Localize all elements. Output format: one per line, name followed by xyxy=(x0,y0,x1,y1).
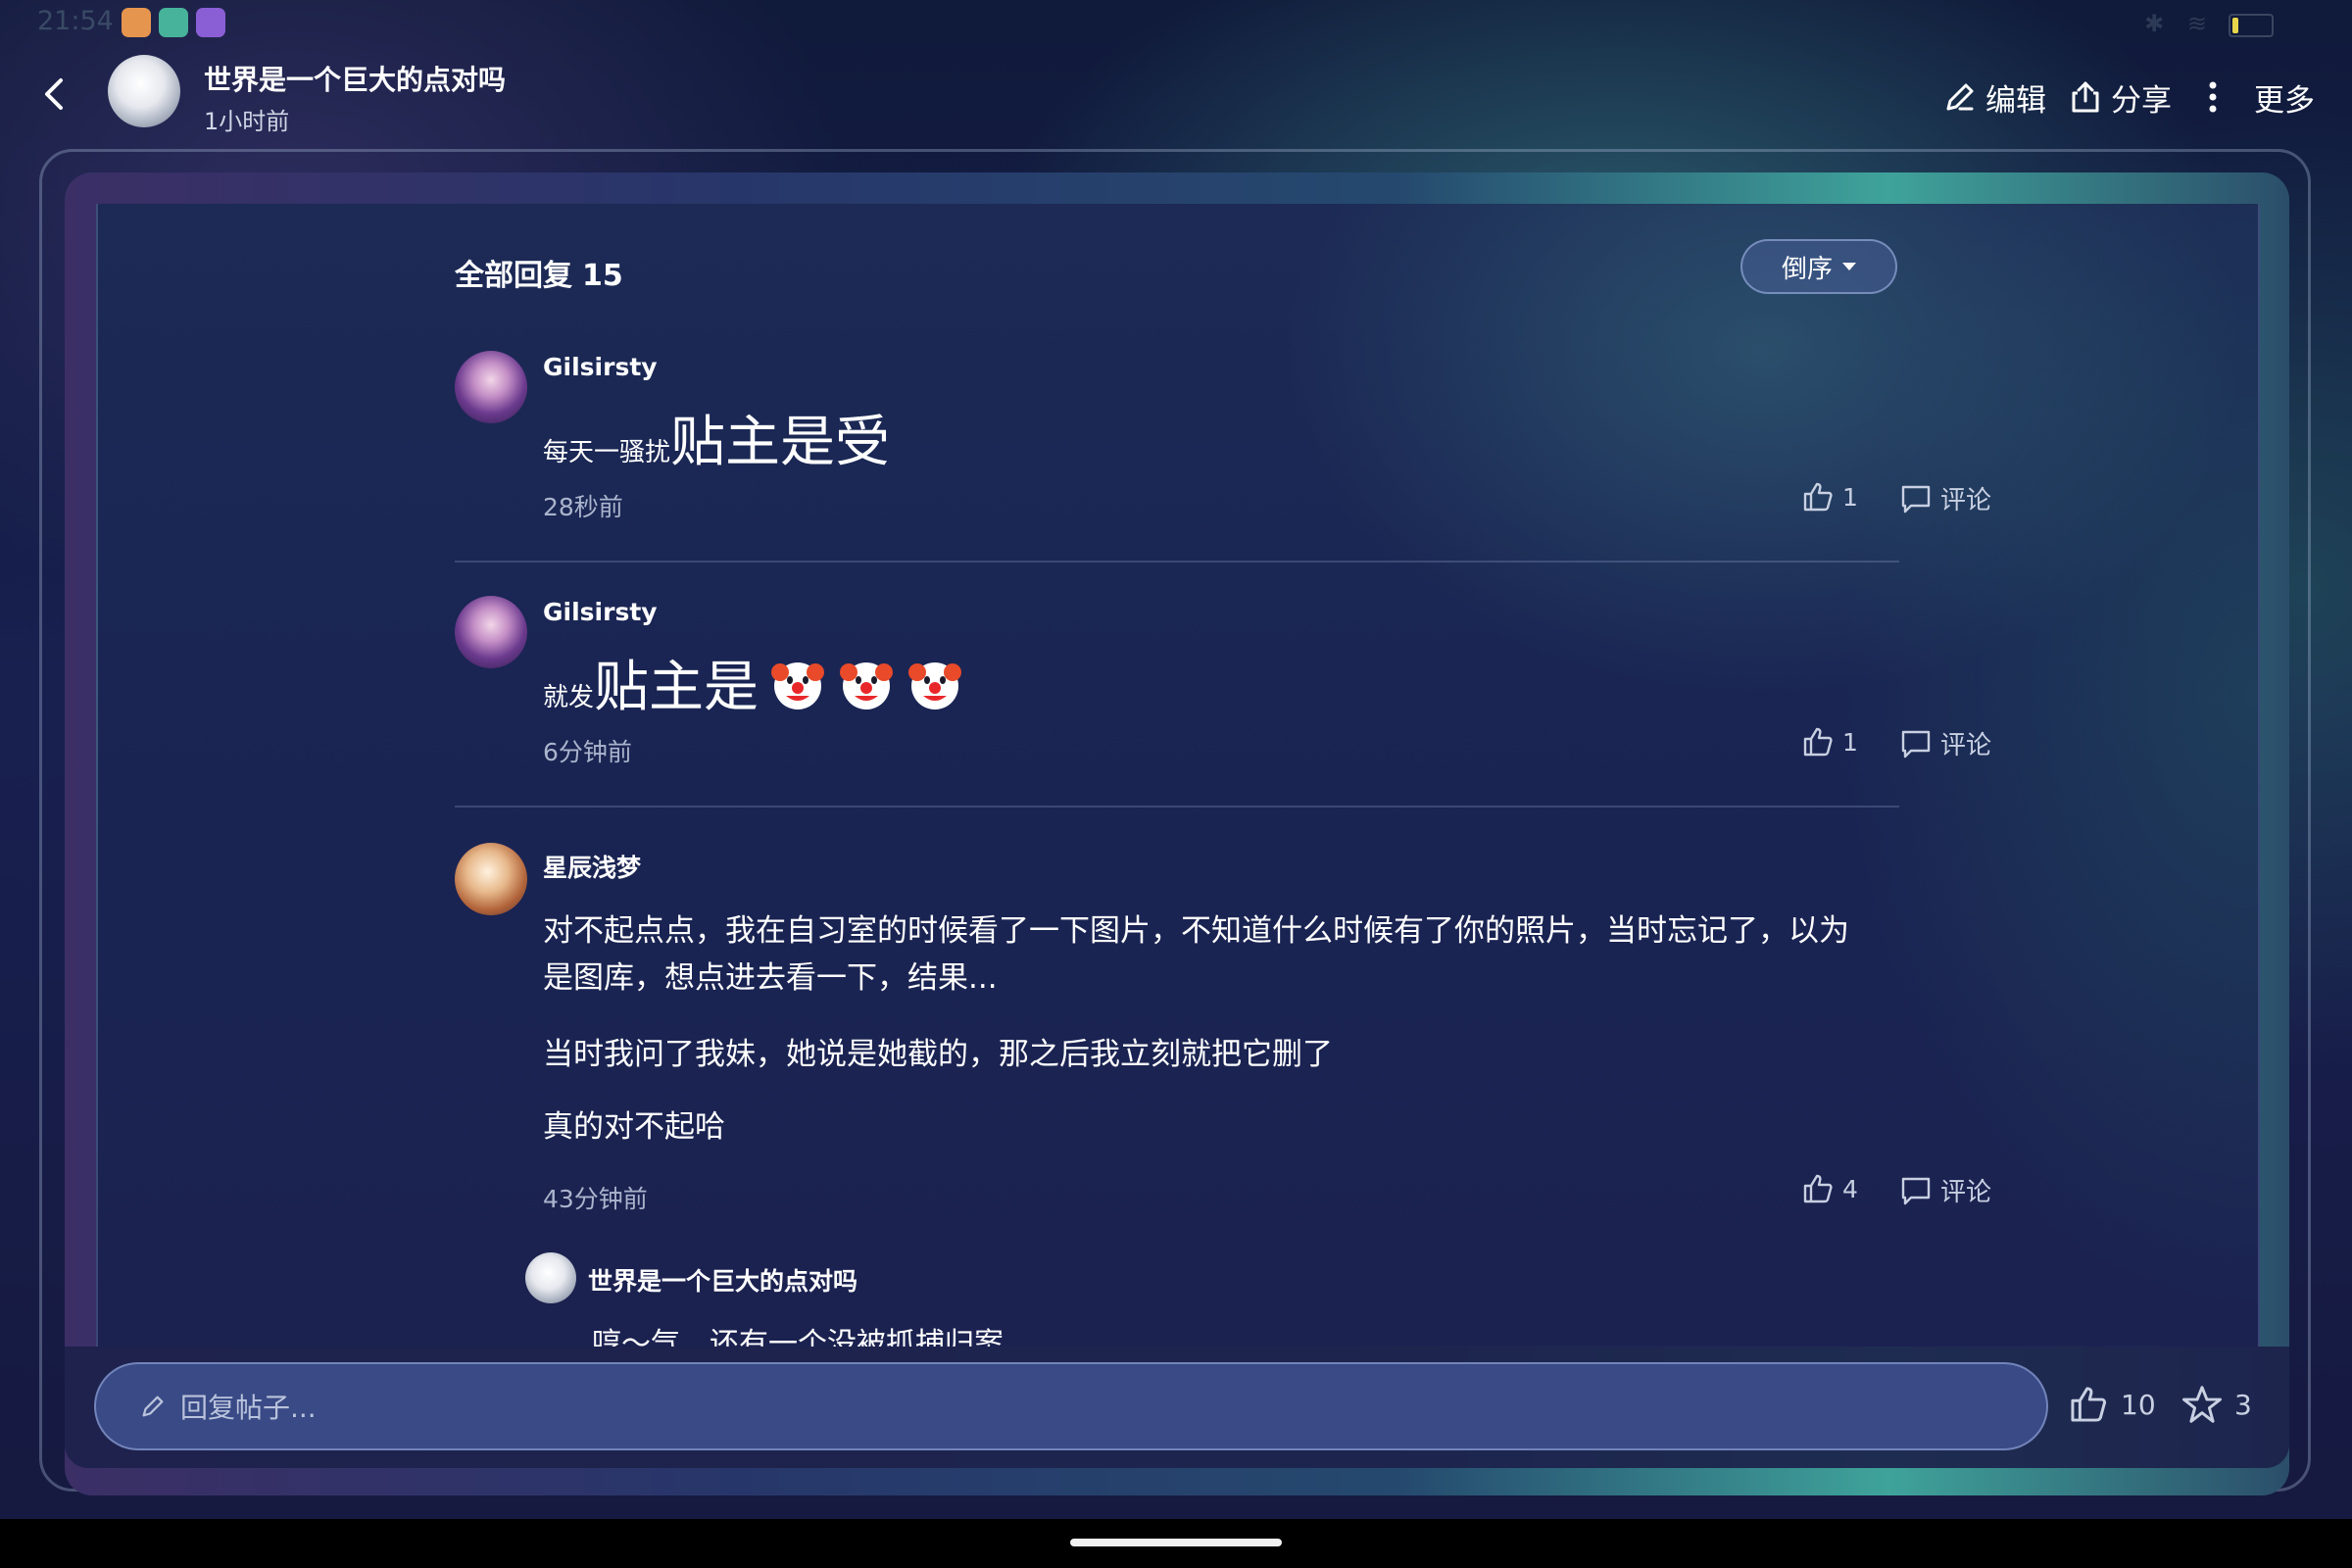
favorite-button[interactable]: 3 xyxy=(2181,1384,2252,1425)
status-time: 21:54 xyxy=(37,6,114,36)
reply-placeholder: 回复帖子... xyxy=(180,1392,317,1424)
caret-down-icon xyxy=(1842,263,1856,270)
comment-button[interactable]: 评论 xyxy=(1899,725,1991,761)
thumbs-up-icon xyxy=(1803,727,1833,757)
like-count: 1 xyxy=(1842,727,1858,757)
post-title: 世界是一个巨大的点对吗 xyxy=(204,64,507,96)
home-indicator[interactable] xyxy=(1070,1539,1282,1546)
comment-text: 每天一骚扰贴主是受 xyxy=(543,398,890,477)
comment-item: Gilsirsty 就发贴主是 6分钟前 1 评论 xyxy=(455,596,1991,792)
status-bar: 21:54 ✱ ≋ xyxy=(0,0,2352,45)
comment-label: 评论 xyxy=(1940,486,1992,515)
comment-button[interactable]: 评论 xyxy=(1899,480,1991,516)
clown-face-icon xyxy=(840,662,894,710)
author-avatar[interactable] xyxy=(108,55,180,127)
sub-reply-text: 哼～气 还有一个没被抓捕归案 xyxy=(592,1327,1004,1347)
comment-button[interactable]: 评论 xyxy=(1899,1172,1991,1208)
comment-bubble-icon xyxy=(1901,730,1931,758)
comment-paragraph: 当时我问了我妹，她说是她截的，那之后我立刻就把它删了 xyxy=(543,1037,1333,1072)
replies-count: 15 xyxy=(582,259,623,293)
thumbs-up-icon xyxy=(2071,1387,2107,1422)
reply-input[interactable]: 回复帖子... xyxy=(94,1362,2048,1450)
clown-face-icon xyxy=(771,662,825,710)
comment-username[interactable]: 星辰浅梦 xyxy=(543,849,641,884)
avatar[interactable] xyxy=(455,596,527,668)
star-icon xyxy=(2181,1386,2223,1423)
bluetooth-wifi-icons: ✱ ≋ xyxy=(2144,10,2215,37)
share-icon xyxy=(2072,81,2099,113)
back-button[interactable] xyxy=(35,74,74,114)
app-avatar-orange-icon xyxy=(122,8,151,37)
comment-text: 就发贴主是 xyxy=(543,643,964,722)
chevron-left-icon xyxy=(45,78,63,110)
thumbs-up-icon xyxy=(1803,482,1833,512)
edit-label: 编辑 xyxy=(1985,82,2046,119)
avatar[interactable] xyxy=(525,1252,576,1303)
comment-time: 28秒前 xyxy=(543,493,623,521)
comment-big-text: 贴主是 xyxy=(594,656,760,719)
like-button[interactable]: 4 xyxy=(1801,1172,1858,1205)
comment-time: 6分钟前 xyxy=(543,738,632,766)
replies-panel: 全部回复 15 倒序 Gilsirsty 每天一骚扰贴主是受 28秒前 1 评论 … xyxy=(96,204,2260,1347)
more-vertical-icon xyxy=(2209,81,2217,113)
share-label: 分享 xyxy=(2111,82,2172,119)
comment-bubble-icon xyxy=(1901,1177,1931,1204)
comment-bubble-icon xyxy=(1901,485,1931,513)
app-robot-green-icon xyxy=(159,8,188,37)
comment-item: Gilsirsty 每天一骚扰贴主是受 28秒前 1 评论 xyxy=(455,351,1991,547)
sort-label: 倒序 xyxy=(1781,254,1833,284)
like-count: 1 xyxy=(1842,482,1858,512)
sub-reply-username[interactable]: 世界是一个巨大的点对吗 xyxy=(588,1262,858,1298)
comment-small-text: 就发 xyxy=(543,683,595,712)
comment-label: 评论 xyxy=(1940,731,1992,760)
pencil-icon xyxy=(1946,83,1974,111)
sort-dropdown[interactable]: 倒序 xyxy=(1740,239,1897,294)
like-count: 4 xyxy=(1842,1174,1858,1203)
like-button[interactable]: 1 xyxy=(1801,725,1858,759)
like-button[interactable]: 1 xyxy=(1801,480,1858,514)
comment-paragraph: 对不起点点，我在自习室的时候看了一下图片，不知道什么时候有了你的照片，当时忘记了… xyxy=(543,913,1849,996)
pencil-icon xyxy=(142,1396,164,1417)
battery-icon xyxy=(2229,14,2274,37)
sub-reply: 世界是一个巨大的点对吗 哼～气 还有一个没被抓捕归案 xyxy=(525,1252,1799,1347)
post-like-button[interactable]: 10 xyxy=(2068,1384,2156,1425)
avatar[interactable] xyxy=(455,351,527,423)
divider xyxy=(455,806,1899,808)
more-label: 更多 xyxy=(2254,82,2315,119)
comment-big-text: 贴主是受 xyxy=(670,411,891,474)
app-camera-purple-icon xyxy=(196,8,225,37)
post-time: 1小时前 xyxy=(204,108,290,135)
edit-button[interactable]: 编辑 xyxy=(1942,76,2046,119)
replies-heading-label: 全部回复 xyxy=(455,259,572,293)
favorite-count: 3 xyxy=(2234,1388,2252,1421)
replies-heading: 全部回复 15 xyxy=(455,251,623,294)
comment-time: 43分钟前 xyxy=(543,1185,648,1213)
comment-paragraph: 真的对不起哈 xyxy=(543,1109,725,1145)
comment-username[interactable]: Gilsirsty xyxy=(543,598,658,626)
thumbs-up-icon xyxy=(1803,1174,1833,1203)
share-button[interactable]: 分享 xyxy=(2068,76,2172,119)
comment-small-text: 每天一骚扰 xyxy=(543,438,671,467)
post-like-count: 10 xyxy=(2121,1388,2156,1421)
clown-face-icon xyxy=(908,662,962,710)
more-button[interactable]: 更多 xyxy=(2195,76,2315,119)
avatar[interactable] xyxy=(455,843,527,915)
comment-username[interactable]: Gilsirsty xyxy=(543,353,658,381)
comment-label: 评论 xyxy=(1940,1178,1992,1207)
battery-level xyxy=(2232,18,2238,33)
comment-item: 星辰浅梦 对不起点点，我在自习室的时候看了一下图片，不知道什么时候有了你的照片，… xyxy=(455,843,1991,1347)
divider xyxy=(455,561,1899,563)
